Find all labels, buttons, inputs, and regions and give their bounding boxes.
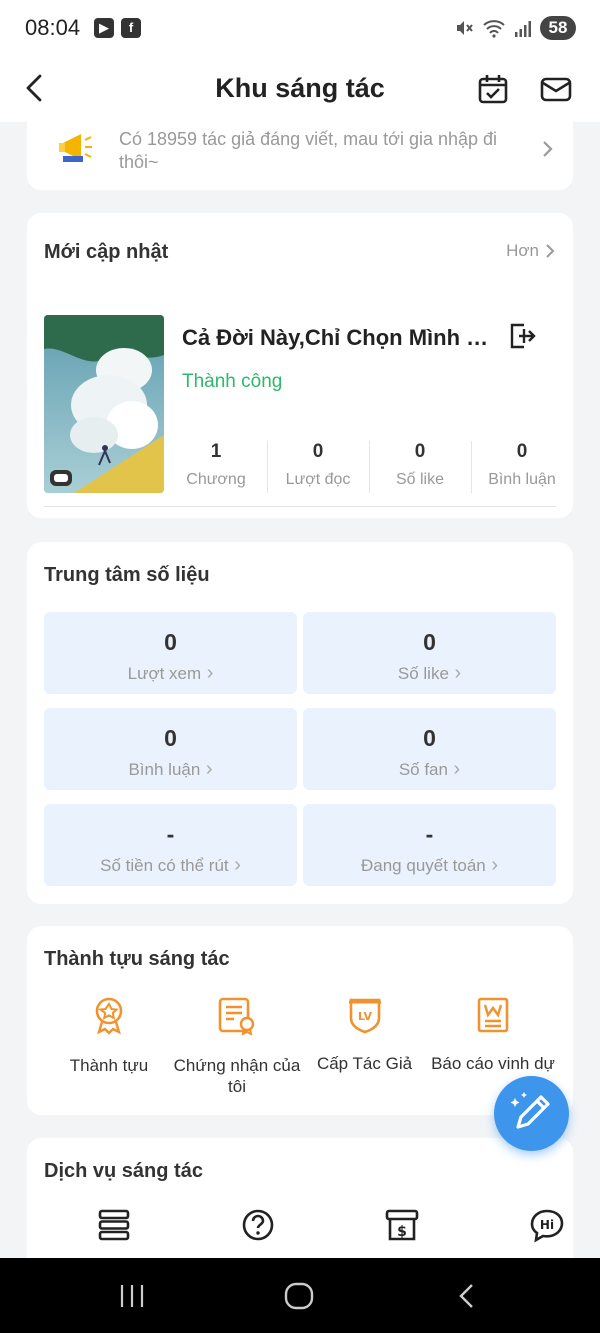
honor-report-icon <box>477 997 509 1033</box>
section-title-recent: Mới cập nhật <box>44 241 169 263</box>
tile-label: Lượt xem <box>44 662 297 685</box>
stat-value: 1 <box>210 441 222 462</box>
divider <box>44 506 556 507</box>
stat-comments: 0 Bình luận <box>471 441 573 493</box>
stat-label: Lượt đọc <box>285 471 351 488</box>
tile-label: Số like <box>303 662 556 685</box>
calendar-check-icon[interactable] <box>476 72 510 106</box>
book-status: Thành công <box>182 371 283 392</box>
book-title[interactable]: Cả Đời Này,Chỉ Chọn Mình Cậu[... <box>182 325 502 351</box>
tile-value: 0 <box>423 629 436 655</box>
tile-withdrawable[interactable]: - Số tiền có thể rút <box>44 804 297 886</box>
more-label: Hơn <box>506 241 539 260</box>
stat-value: 0 <box>414 441 426 462</box>
tile-label: Đang quyết toán <box>303 854 556 877</box>
chevron-right-icon <box>543 141 553 157</box>
tile-value: 0 <box>164 629 177 655</box>
recent-apps-icon[interactable] <box>118 1283 146 1309</box>
stat-label: Bình luận <box>488 471 556 488</box>
achievement-label: Thành tựu <box>69 1056 149 1075</box>
mute-icon <box>457 21 473 35</box>
services-card: Dịch vụ sáng tác $ Hi <box>27 1138 573 1278</box>
tile-views[interactable]: 0 Lượt xem <box>44 612 297 694</box>
home-icon[interactable] <box>283 1281 315 1311</box>
megaphone-icon <box>59 134 92 162</box>
tile-label: Số fan <box>303 758 556 781</box>
achievements-card: Thành tựu sáng tác Thành tựu Chứng nhận … <box>27 926 573 1115</box>
section-title-data: Trung tâm số liệu <box>44 564 210 586</box>
svg-text:Hi: Hi <box>540 1218 554 1232</box>
exit-icon[interactable] <box>507 321 537 351</box>
stat-value: 0 <box>312 441 324 462</box>
facebook-notification-icon: f <box>121 18 141 38</box>
stat-label: Chương <box>186 471 246 488</box>
stat-chapters: 1 Chương <box>165 441 267 493</box>
honor-report-item[interactable]: Báo cáo vinh dự <box>425 996 561 1074</box>
level-badge-icon: LV <box>348 998 381 1034</box>
honor-report-label: Báo cáo vinh dự <box>431 1054 555 1073</box>
recent-updates-card: Mới cập nhật Hơn Cả Đời Này,Chỉ Chọn Mìn… <box>27 213 573 518</box>
section-title-achievements: Thành tựu sáng tác <box>44 948 230 970</box>
book-stats: 1 Chương 0 Lượt đọc 0 Số like 0 Bình luậ… <box>165 441 573 493</box>
tile-comments[interactable]: 0 Bình luận <box>44 708 297 790</box>
stat-reads: 0 Lượt đọc <box>267 441 369 493</box>
banner-text: Có 18959 tác giả đáng viết, mau tới gia … <box>119 129 498 172</box>
magic-pencil-icon <box>510 1092 550 1129</box>
system-back-icon[interactable] <box>455 1282 479 1310</box>
tile-label: Số tiền có thể rút <box>44 854 297 877</box>
status-time: 08:04 <box>25 15 81 40</box>
data-center-card: Trung tâm số liệu 0 Lượt xem 0 Số like 0… <box>27 542 573 904</box>
youtube-notification-icon: ▶ <box>94 18 114 38</box>
page-title: Khu sáng tác <box>215 73 385 103</box>
stat-label: Số like <box>395 471 445 488</box>
stat-value: 0 <box>516 441 528 462</box>
chevron-right-icon <box>546 244 555 258</box>
tile-value: 0 <box>164 725 177 751</box>
signal-icon <box>515 21 531 37</box>
tile-label: Bình luận <box>44 758 297 781</box>
income-icon[interactable]: $ <box>385 1208 419 1242</box>
battery-indicator: 58 <box>540 16 576 40</box>
tile-fans[interactable]: 0 Số fan <box>303 708 556 790</box>
stat-likes: 0 Số like <box>369 441 471 493</box>
author-level-label: Cấp Tác Giả <box>316 1054 413 1073</box>
wifi-icon <box>483 20 505 38</box>
medal-icon <box>95 997 123 1035</box>
mail-icon[interactable] <box>539 72 573 106</box>
status-bar: 08:04 ▶ f 58 <box>0 0 600 56</box>
svg-text:$: $ <box>397 1224 407 1240</box>
tile-value: - <box>425 821 434 847</box>
stack-icon[interactable] <box>97 1208 131 1242</box>
book-cover-image[interactable] <box>44 315 164 493</box>
more-link[interactable]: Hơn <box>506 241 555 261</box>
certificate-item[interactable]: Chứng nhận của tôi <box>172 996 302 1097</box>
author-invite-banner[interactable]: Có 18959 tác giả đáng viết, mau tới gia … <box>27 110 573 190</box>
section-title-services: Dịch vụ sáng tác <box>44 1160 203 1182</box>
write-fab-button[interactable] <box>494 1076 569 1151</box>
certificate-label: Chứng nhận của tôi <box>173 1056 301 1096</box>
tile-settling[interactable]: - Đang quyết toán <box>303 804 556 886</box>
tile-value: 0 <box>423 725 436 751</box>
system-nav-bar <box>0 1258 600 1333</box>
tile-value: - <box>166 821 175 847</box>
tile-likes[interactable]: 0 Số like <box>303 612 556 694</box>
achievement-item[interactable]: Thành tựu <box>49 996 169 1076</box>
svg-text:LV: LV <box>357 1010 371 1023</box>
hi-chat-icon[interactable]: Hi <box>529 1208 565 1244</box>
help-icon[interactable] <box>241 1208 275 1242</box>
author-level-item[interactable]: LV Cấp Tác Giả <box>307 996 422 1074</box>
certificate-icon <box>218 997 255 1036</box>
